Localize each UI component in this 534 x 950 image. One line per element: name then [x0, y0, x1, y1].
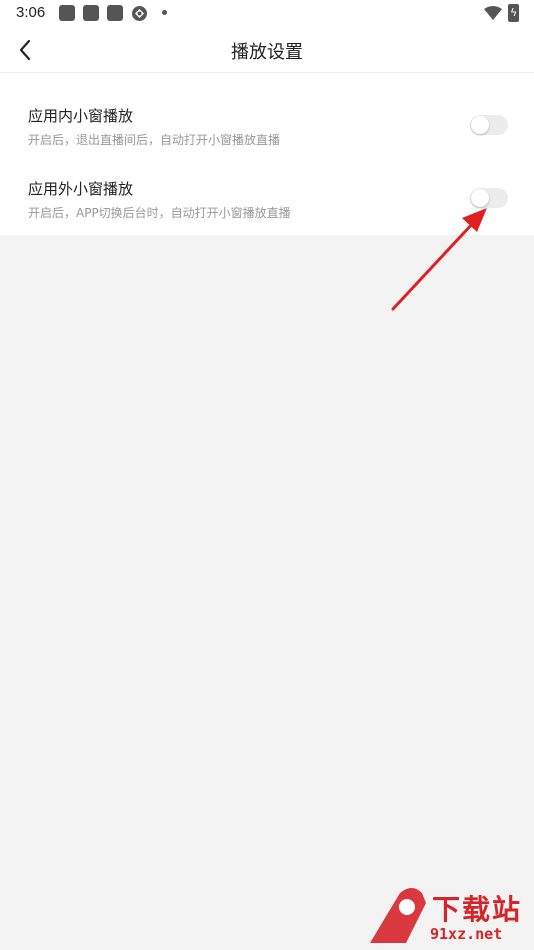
toggle-knob: [471, 189, 489, 207]
watermark-text: 下载站: [432, 893, 523, 926]
notification-app-icon: [59, 5, 75, 21]
watermark-subtext: 91xz.net: [430, 925, 503, 943]
notification-app-icon: [107, 5, 123, 21]
setting-description: 开启后，退出直播间后，自动打开小窗播放直播: [28, 133, 281, 147]
sync-icon: [132, 6, 147, 21]
notification-app-icon: [83, 5, 99, 21]
more-notifications-icon: [162, 10, 167, 15]
wifi-icon: [484, 6, 502, 20]
status-bar: 3:06 ϟ: [0, 0, 534, 28]
out-app-mini-player-toggle[interactable]: [470, 188, 508, 208]
setting-title: 应用外小窗播放: [28, 180, 134, 198]
status-time: 3:06: [16, 4, 46, 21]
battery-charging-icon: ϟ: [508, 4, 519, 22]
setting-in-app-mini-player: 应用内小窗播放 开启后，退出直播间后，自动打开小窗播放直播: [0, 105, 534, 177]
setting-description: 开启后，APP切换后台时，自动打开小窗播放直播: [28, 206, 291, 220]
setting-title: 应用内小窗播放: [28, 107, 134, 125]
in-app-mini-player-toggle[interactable]: [470, 115, 508, 135]
app-header: 播放设置: [0, 28, 534, 73]
toggle-knob: [471, 116, 489, 134]
page-title: 播放设置: [231, 42, 303, 63]
setting-out-app-mini-player: 应用外小窗播放 开启后，APP切换后台时，自动打开小窗播放直播: [0, 178, 534, 250]
